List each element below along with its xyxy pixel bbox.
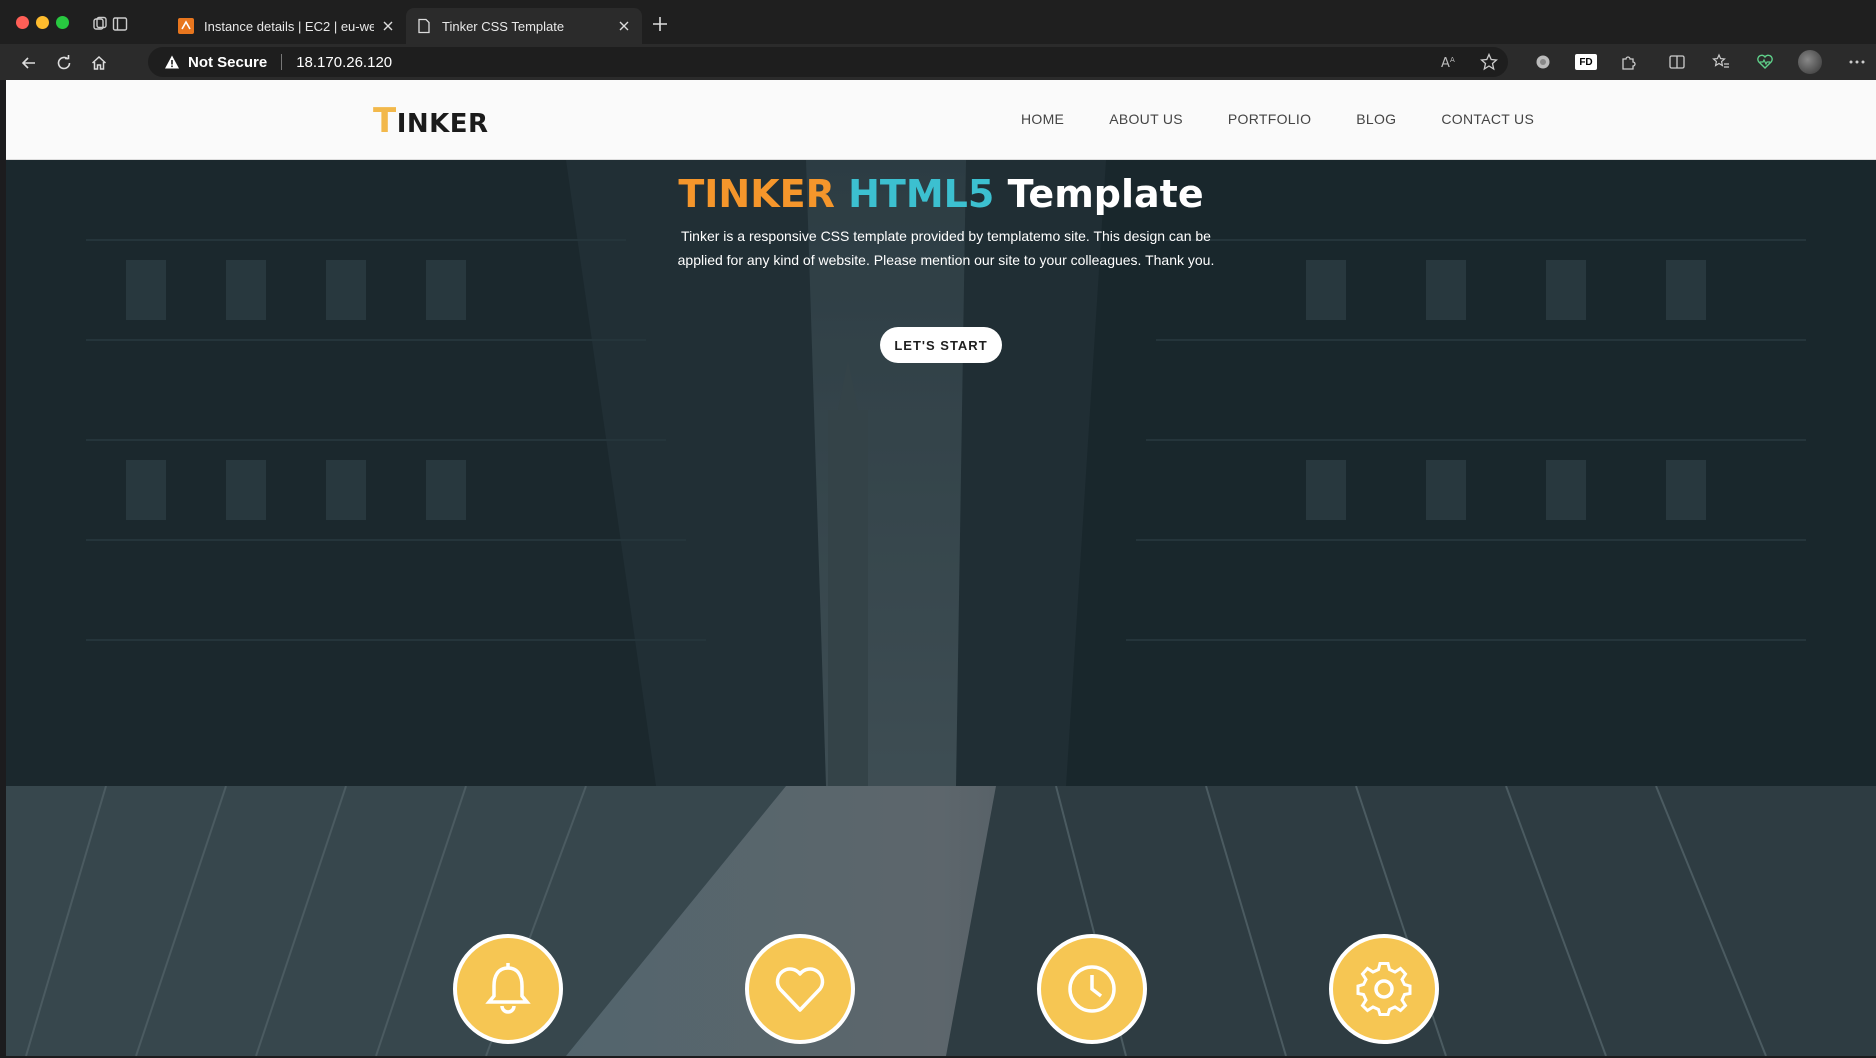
- maximize-window-button[interactable]: [56, 16, 69, 29]
- tab-title: Instance details | EC2 | eu-wes: [204, 18, 374, 34]
- hero-description: Tinker is a responsive CSS template prov…: [677, 228, 1215, 268]
- address-separator: [281, 54, 283, 70]
- tab-title: Tinker CSS Template: [442, 18, 565, 34]
- hero-title-html5: HTML5: [848, 172, 995, 216]
- workspaces-icon[interactable]: [92, 16, 108, 32]
- nav-portfolio[interactable]: PORTFOLIO: [1228, 111, 1311, 127]
- hero-title-template: Template: [1007, 172, 1204, 216]
- address-bar[interactable]: Not Secure 18.170.26.120: [148, 47, 1508, 77]
- services-section: [6, 786, 1876, 1056]
- minimize-window-button[interactable]: [36, 16, 49, 29]
- profile-avatar[interactable]: [1798, 50, 1822, 74]
- browser-chrome: Instance details | EC2 | eu-wes Tinker C…: [0, 0, 1876, 80]
- fd-extension-button[interactable]: FD: [1575, 54, 1597, 70]
- back-arrow-icon[interactable]: [20, 54, 38, 72]
- browser-essentials-icon[interactable]: [1756, 53, 1774, 71]
- more-menu-icon[interactable]: [1848, 53, 1866, 71]
- home-icon[interactable]: [90, 54, 108, 72]
- close-window-button[interactable]: [16, 16, 29, 29]
- logo-first-letter: T: [373, 101, 397, 141]
- read-aloud-icon[interactable]: A A: [1440, 53, 1458, 71]
- gear-icon: [1356, 962, 1412, 1016]
- site-logo[interactable]: TINKER: [373, 104, 489, 139]
- heart-icon: [775, 967, 825, 1012]
- refresh-icon[interactable]: [55, 54, 73, 72]
- tab-strip: Instance details | EC2 | eu-wes Tinker C…: [0, 0, 1876, 44]
- aws-favicon-icon: [178, 18, 194, 34]
- new-tab-icon[interactable]: [652, 16, 668, 32]
- security-label[interactable]: Not Secure: [188, 54, 267, 71]
- site-header: TINKER HOME ABOUT US PORTFOLIO BLOG CONT…: [6, 80, 1876, 160]
- warning-icon: [165, 55, 179, 69]
- svg-text:A: A: [1441, 56, 1450, 71]
- hero-title: TINKER HTML5 Template: [6, 172, 1876, 216]
- url-text[interactable]: 18.170.26.120: [296, 54, 392, 71]
- logo-rest: INKER: [396, 109, 489, 139]
- close-tab-icon[interactable]: [380, 18, 396, 34]
- nav-home[interactable]: HOME: [1021, 111, 1064, 127]
- favorite-star-icon[interactable]: [1480, 53, 1498, 71]
- service-gear[interactable]: [1329, 934, 1439, 1044]
- nav-contact-us[interactable]: CONTACT US: [1441, 111, 1534, 127]
- close-tab-icon[interactable]: [616, 18, 632, 34]
- hero-section: TINKER HTML5 Template Tinker is a respon…: [6, 160, 1876, 786]
- service-clock[interactable]: [1037, 934, 1147, 1044]
- service-heart[interactable]: [745, 934, 855, 1044]
- nav-about-us[interactable]: ABOUT US: [1109, 111, 1183, 127]
- page-viewport: TINKER HOME ABOUT US PORTFOLIO BLOG CONT…: [6, 80, 1876, 1056]
- vertical-tabs-icon[interactable]: [112, 16, 128, 32]
- buildings-background-image: [6, 786, 1876, 1056]
- extension-globe-icon[interactable]: [1534, 53, 1552, 71]
- clock-icon: [1068, 965, 1116, 1013]
- main-nav: HOME ABOUT US PORTFOLIO BLOG CONTACT US: [1021, 111, 1534, 127]
- favorites-list-icon[interactable]: [1712, 53, 1730, 71]
- page-favicon-icon: [418, 18, 430, 34]
- extensions-puzzle-icon[interactable]: [1620, 53, 1638, 71]
- address-row: Not Secure 18.170.26.120 A A FD: [0, 44, 1876, 80]
- service-bell[interactable]: [453, 934, 563, 1044]
- fd-extension-label: FD: [1579, 56, 1593, 68]
- svg-text:A: A: [1450, 56, 1455, 64]
- lets-start-button[interactable]: LET'S START: [880, 327, 1002, 363]
- nav-blog[interactable]: BLOG: [1356, 111, 1396, 127]
- bell-icon: [485, 963, 531, 1014]
- split-screen-icon[interactable]: [1668, 53, 1686, 71]
- tab-tinker-template[interactable]: Tinker CSS Template: [406, 8, 642, 44]
- tab-ec2-instance[interactable]: Instance details | EC2 | eu-wes: [168, 8, 406, 44]
- hero-title-tinker: TINKER: [678, 172, 835, 216]
